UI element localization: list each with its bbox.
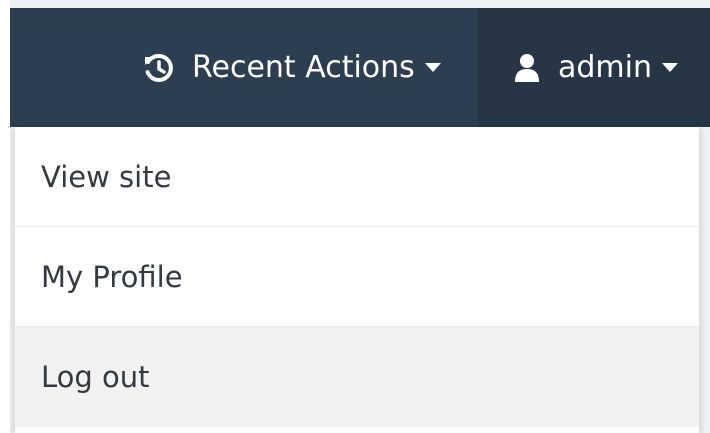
log-out-link[interactable]: Log out [15,327,699,427]
top-navbar: Recent Actions admin [10,8,710,127]
chevron-down-icon [424,63,441,72]
user-dropdown-menu: View site My Profile Log out [14,127,700,433]
view-site-link[interactable]: View site [15,127,699,227]
recent-actions-dropdown-toggle[interactable]: Recent Actions [144,8,478,127]
my-profile-link[interactable]: My Profile [15,227,699,327]
history-icon [144,53,174,83]
recent-actions-label: Recent Actions [192,50,415,85]
chevron-down-icon [662,63,678,72]
user-icon [514,53,540,83]
user-menu-label: admin [558,50,652,85]
user-menu-dropdown-toggle[interactable]: admin [478,8,710,127]
left-edge [0,0,10,433]
page: Recent Actions admin View site My Profil… [0,0,710,433]
